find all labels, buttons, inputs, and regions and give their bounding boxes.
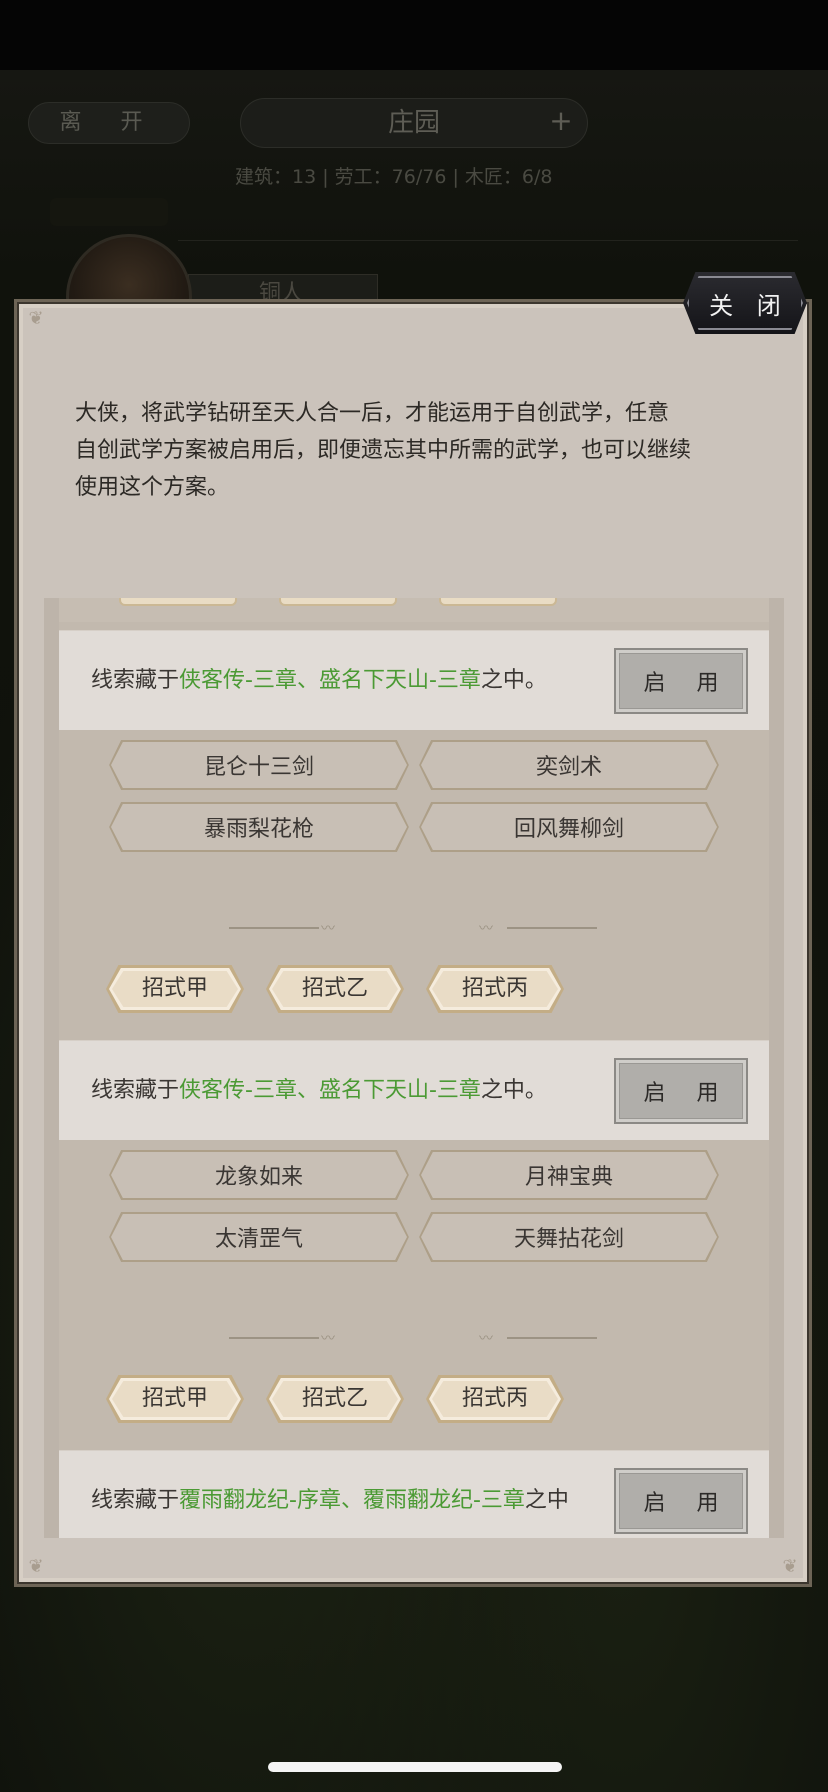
skill-name: 太清罡气 [214, 1227, 303, 1252]
skill-name: 天舞拈花剑 [513, 1227, 624, 1252]
skill-slot[interactable]: 暴雨梨花枪 [109, 802, 409, 852]
plan-clue-row: 线索藏于覆雨翻龙纪-序章、覆雨翻龙纪-三章之中 启 用 [59, 1450, 769, 1538]
clue-highlight: 侠客传-三章、盛名下天山-三章 [179, 668, 481, 693]
skill-slot[interactable]: 太清罡气 [109, 1212, 409, 1262]
add-icon: + [549, 104, 573, 137]
stance-button[interactable]: 招式丙 [426, 1375, 564, 1423]
stance-button[interactable]: 招式甲 [106, 965, 244, 1013]
intro-text: 大侠，将武学钻研至天人合一后，才能运用于自创武学，任意 自创武学方案被启用后，即… [75, 395, 765, 506]
stance-label: 招式甲 [141, 1386, 208, 1411]
stance-button[interactable]: 招式甲 [106, 1375, 244, 1423]
plan-list[interactable]: 线索藏于侠客传-三章、盛名下天山-三章之中。 启 用 昆仑十三剑 奕剑术 暴雨梨… [44, 598, 784, 1538]
clue-suffix: 之中 [524, 1488, 569, 1513]
plan-clue-row: 线索藏于侠客传-三章、盛名下天山-三章之中。 启 用 [59, 630, 769, 730]
stance-button[interactable]: 招式乙 [266, 1375, 404, 1423]
enable-button-label: 启 用 [643, 1081, 731, 1106]
ornament-divider: 〰 [229, 1331, 349, 1347]
corner-ornament-icon: ❦ [782, 1556, 798, 1577]
enable-button[interactable]: 启 用 [614, 648, 748, 714]
clue-highlight: 覆雨翻龙纪-序章、覆雨翻龙纪-三章 [179, 1488, 525, 1513]
skill-name: 回风舞柳剑 [513, 817, 624, 842]
skill-slot[interactable]: 昆仑十三剑 [109, 740, 409, 790]
plan-clue-row: 线索藏于侠客传-三章、盛名下天山-三章之中。 启 用 [59, 1040, 769, 1140]
stance-tag-partial [119, 598, 237, 606]
partial-stance-row [59, 598, 769, 622]
plan-skills: 昆仑十三剑 奕剑术 暴雨梨花枪 回风舞柳剑 〰 〰 招式甲 招式乙 招式丙 [59, 730, 769, 1040]
clue-suffix: 之中。 [480, 1078, 547, 1103]
skill-slot[interactable]: 天舞拈花剑 [419, 1212, 719, 1262]
skill-name: 龙象如来 [214, 1165, 303, 1190]
skill-slot[interactable]: 月神宝典 [419, 1150, 719, 1200]
home-indicator[interactable] [268, 1762, 562, 1772]
ornament-divider: 〰 [479, 1331, 599, 1347]
leave-button: 离 开 [28, 102, 190, 144]
close-button-label: 关 闭 [709, 291, 789, 320]
intro-line: 自创武学方案被启用后，即便遗忘其中所需的武学，也可以继续 [75, 438, 692, 463]
stance-button[interactable]: 招式丙 [426, 965, 564, 1013]
clue-text: 线索藏于覆雨翻龙纪-序章、覆雨翻龙纪-三章之中 [91, 1483, 569, 1519]
stance-label: 招式甲 [141, 976, 208, 1001]
enable-button-label: 启 用 [643, 1491, 731, 1516]
skill-name: 昆仑十三剑 [203, 755, 314, 780]
clue-suffix: 之中。 [480, 668, 547, 693]
skill-slot[interactable]: 龙象如来 [109, 1150, 409, 1200]
clue-prefix: 线索藏于 [91, 668, 180, 693]
clue-prefix: 线索藏于 [91, 1078, 180, 1103]
ornament-divider: 〰 [229, 921, 349, 937]
skill-name: 暴雨梨花枪 [203, 817, 314, 842]
skill-name: 月神宝典 [524, 1165, 613, 1190]
skill-slot[interactable]: 奕剑术 [419, 740, 719, 790]
enable-button[interactable]: 启 用 [614, 1468, 748, 1534]
clue-highlight: 侠客传-三章、盛名下天山-三章 [179, 1078, 481, 1103]
skill-slot[interactable]: 回风舞柳剑 [419, 802, 719, 852]
clue-text: 线索藏于侠客传-三章、盛名下天山-三章之中。 [91, 1073, 547, 1109]
location-title: 庄园 [240, 98, 588, 148]
stance-label: 招式乙 [301, 1386, 368, 1411]
sub-label [50, 198, 168, 226]
intro-line: 使用这个方案。 [75, 475, 230, 500]
close-button[interactable]: 关 闭 [683, 272, 807, 334]
clue-prefix: 线索藏于 [91, 1488, 180, 1513]
background-divider [178, 240, 798, 270]
stance-tag-partial [439, 598, 557, 606]
corner-ornament-icon: ❦ [28, 1556, 44, 1577]
plan-list-content: 线索藏于侠客传-三章、盛名下天山-三章之中。 启 用 昆仑十三剑 奕剑术 暴雨梨… [59, 598, 769, 1538]
corner-ornament-icon: ❦ [28, 308, 44, 329]
stance-tag-partial [279, 598, 397, 606]
clue-text: 线索藏于侠客传-三章、盛名下天山-三章之中。 [91, 663, 547, 699]
ornament-divider: 〰 [479, 921, 599, 937]
plan-skills: 龙象如来 月神宝典 太清罡气 天舞拈花剑 〰 〰 招式甲 招式乙 招式丙 [59, 1140, 769, 1450]
estate-stats: 建筑：13 | 劳工：76/76 | 木匠：6/8 [235, 166, 553, 188]
stance-button[interactable]: 招式乙 [266, 965, 404, 1013]
enable-button-label: 启 用 [643, 671, 731, 696]
intro-line: 大侠，将武学钻研至天人合一后，才能运用于自创武学，任意 [75, 401, 670, 426]
stance-label: 招式乙 [301, 976, 368, 1001]
enable-button[interactable]: 启 用 [614, 1058, 748, 1124]
stance-label: 招式丙 [461, 1386, 528, 1411]
skill-name: 奕剑术 [535, 755, 602, 780]
stance-label: 招式丙 [461, 976, 528, 1001]
